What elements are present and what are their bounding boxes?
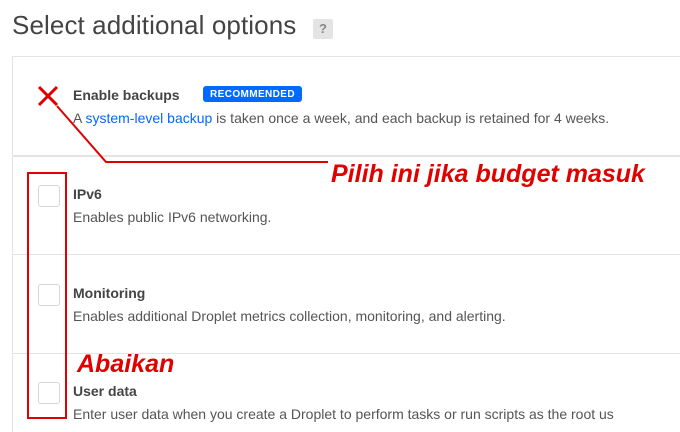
option-backups: Enable backups RECOMMENDED A system-leve… <box>12 56 680 157</box>
ipv6-checkbox[interactable] <box>38 185 60 207</box>
ipv6-label: IPv6 <box>73 186 102 202</box>
page: Select additional options ? Enable backu… <box>0 0 680 432</box>
ipv6-description: Enables public IPv6 networking. <box>73 209 272 225</box>
monitoring-label: Monitoring <box>73 285 146 301</box>
backups-description: A system-level backup is taken once a we… <box>73 110 609 126</box>
monitoring-description: Enables additional Droplet metrics colle… <box>73 308 506 324</box>
user-data-label: User data <box>73 383 137 399</box>
section-title: Select additional options <box>12 10 297 40</box>
backups-desc-prefix: A <box>73 110 86 126</box>
backups-label: Enable backups <box>73 87 180 103</box>
user-data-checkbox[interactable] <box>38 382 60 404</box>
annotation-backup-note: Pilih ini jika budget masuk <box>331 160 645 188</box>
help-icon[interactable]: ? <box>313 19 333 39</box>
backups-desc-suffix: is taken once a week, and each backup is… <box>212 110 610 126</box>
annotation-ignore-note: Abaikan <box>77 350 175 378</box>
recommended-badge: RECOMMENDED <box>203 86 302 102</box>
option-monitoring: Monitoring Enables additional Droplet me… <box>12 254 680 354</box>
user-data-description: Enter user data when you create a Drople… <box>73 406 614 422</box>
system-level-backup-link[interactable]: system-level backup <box>85 110 212 126</box>
backups-checkbox[interactable] <box>38 86 60 108</box>
monitoring-checkbox[interactable] <box>38 284 60 306</box>
